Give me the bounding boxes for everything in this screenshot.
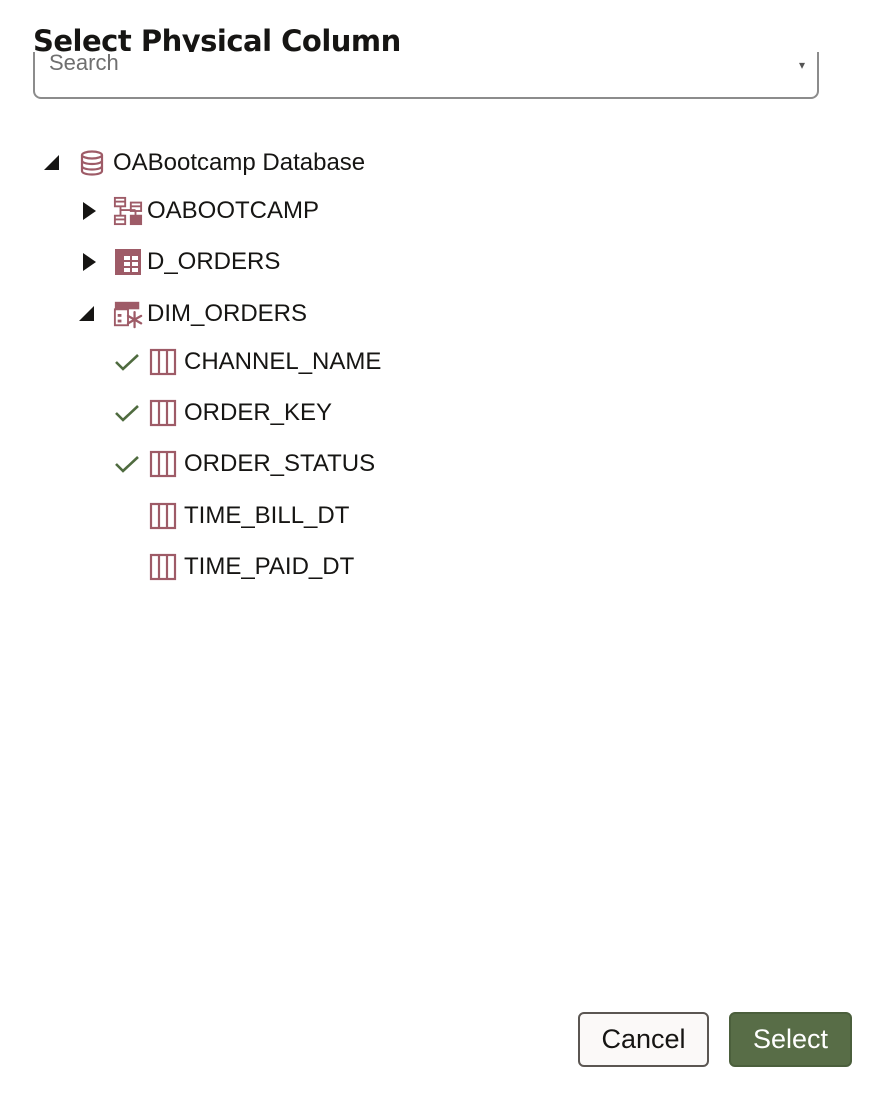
- schema-icon: [113, 196, 143, 226]
- collapse-triangle-icon[interactable]: [42, 153, 62, 173]
- column-icon: [148, 398, 178, 428]
- tree-node-label: ORDER_STATUS: [184, 450, 376, 477]
- search-input[interactable]: [49, 52, 789, 78]
- tree-node-column[interactable]: ORDER_STATUS: [114, 444, 375, 484]
- table-icon: [113, 247, 143, 277]
- tree-node-label: D_ORDERS: [147, 248, 281, 275]
- search-box[interactable]: ▾: [33, 52, 819, 99]
- tree-node-column[interactable]: ORDER_KEY: [114, 393, 332, 433]
- column-icon: [148, 449, 178, 479]
- tree-node-d-orders[interactable]: D_ORDERS: [79, 242, 280, 282]
- tree-node-label: OABootcamp Database: [113, 149, 366, 176]
- checkmark-icon: [114, 454, 140, 474]
- search-dropdown-icon[interactable]: ▾: [799, 58, 805, 72]
- checkmark-icon: [114, 403, 140, 423]
- tree-node-database[interactable]: OABootcamp Database: [42, 143, 365, 183]
- collapse-triangle-icon[interactable]: [77, 304, 97, 324]
- cancel-button[interactable]: Cancel: [578, 1012, 709, 1067]
- expand-triangle-icon[interactable]: [79, 252, 99, 272]
- tree-node-column[interactable]: TIME_PAID_DT: [114, 547, 354, 587]
- tree-node-label: OABOOTCAMP: [147, 197, 320, 224]
- tree-node-column[interactable]: TIME_BILL_DT: [114, 496, 349, 536]
- column-icon: [148, 552, 178, 582]
- tree-node-label: TIME_BILL_DT: [184, 502, 350, 529]
- database-icon: [77, 148, 107, 178]
- select-button[interactable]: Select: [729, 1012, 852, 1067]
- tree-node-label: ORDER_KEY: [184, 399, 333, 426]
- tree-node-schema[interactable]: OABOOTCAMP: [79, 191, 319, 231]
- tree-node-label: TIME_PAID_DT: [184, 553, 355, 580]
- checkmark-icon: [114, 352, 140, 372]
- dimension-table-icon: [113, 299, 143, 329]
- tree-node-column[interactable]: CHANNEL_NAME: [114, 342, 381, 382]
- tree-node-dim-orders[interactable]: DIM_ORDERS: [77, 294, 307, 334]
- column-icon: [148, 347, 178, 377]
- expand-triangle-icon[interactable]: [79, 201, 99, 221]
- column-icon: [148, 501, 178, 531]
- tree-node-label: DIM_ORDERS: [147, 300, 308, 327]
- tree-node-label: CHANNEL_NAME: [184, 348, 382, 375]
